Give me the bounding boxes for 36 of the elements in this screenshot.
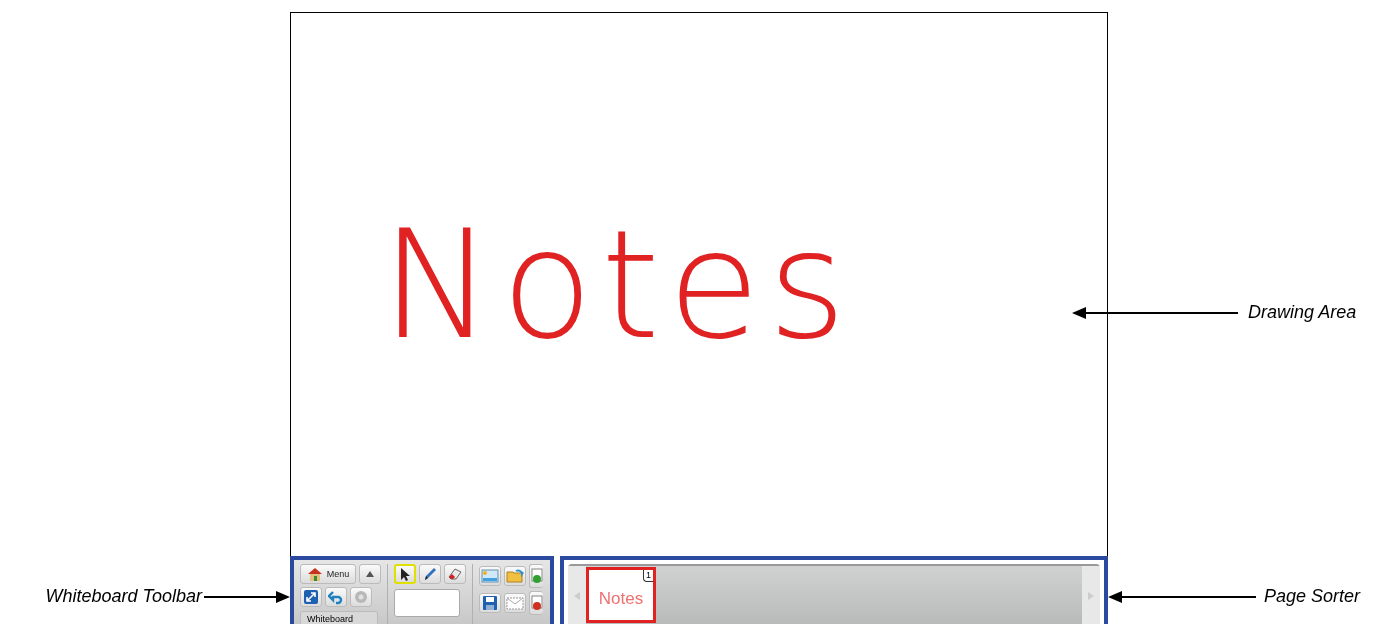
page-number: 1 — [643, 570, 653, 582]
whiteboard-tab[interactable]: Whiteboard — [300, 611, 378, 624]
gear-icon — [353, 589, 369, 605]
diagonal-arrows-icon — [303, 589, 319, 605]
screen-icon — [481, 568, 499, 584]
color-field[interactable] — [394, 589, 460, 617]
save-button[interactable] — [479, 593, 501, 613]
add-page-button[interactable] — [529, 564, 543, 588]
up-triangle-icon — [365, 570, 375, 578]
menu-button[interactable]: Menu — [300, 564, 356, 584]
undo-button[interactable] — [325, 587, 347, 607]
eraser-tool-button[interactable] — [444, 564, 466, 584]
handwritten-text: Notes — [381, 197, 855, 372]
select-tool-button[interactable] — [394, 564, 416, 584]
folder-icon — [506, 568, 524, 584]
save-icon — [482, 595, 498, 611]
pen-tool-button[interactable] — [419, 564, 441, 584]
thumbnail-text: Notes — [598, 589, 644, 609]
open-button[interactable] — [504, 566, 526, 586]
screen-button[interactable] — [479, 566, 501, 586]
envelope-icon — [506, 595, 524, 611]
callout-label: Whiteboard Toolbar — [45, 586, 202, 607]
callout-label: Drawing Area — [1248, 302, 1357, 323]
house-icon — [306, 567, 323, 581]
right-triangle-icon — [1087, 591, 1095, 601]
callout-label: Page Sorter — [1264, 586, 1361, 607]
remove-page-button[interactable] — [529, 591, 543, 615]
eraser-icon — [447, 566, 463, 582]
pen-icon — [422, 566, 438, 582]
page-minus-icon — [530, 595, 543, 611]
undo-icon — [328, 589, 344, 605]
page-plus-icon — [530, 568, 543, 584]
page-thumbnail[interactable]: 1 Notes — [586, 567, 656, 623]
left-triangle-icon — [573, 591, 581, 601]
collapse-button[interactable] — [359, 564, 381, 584]
resize-button[interactable] — [300, 587, 322, 607]
